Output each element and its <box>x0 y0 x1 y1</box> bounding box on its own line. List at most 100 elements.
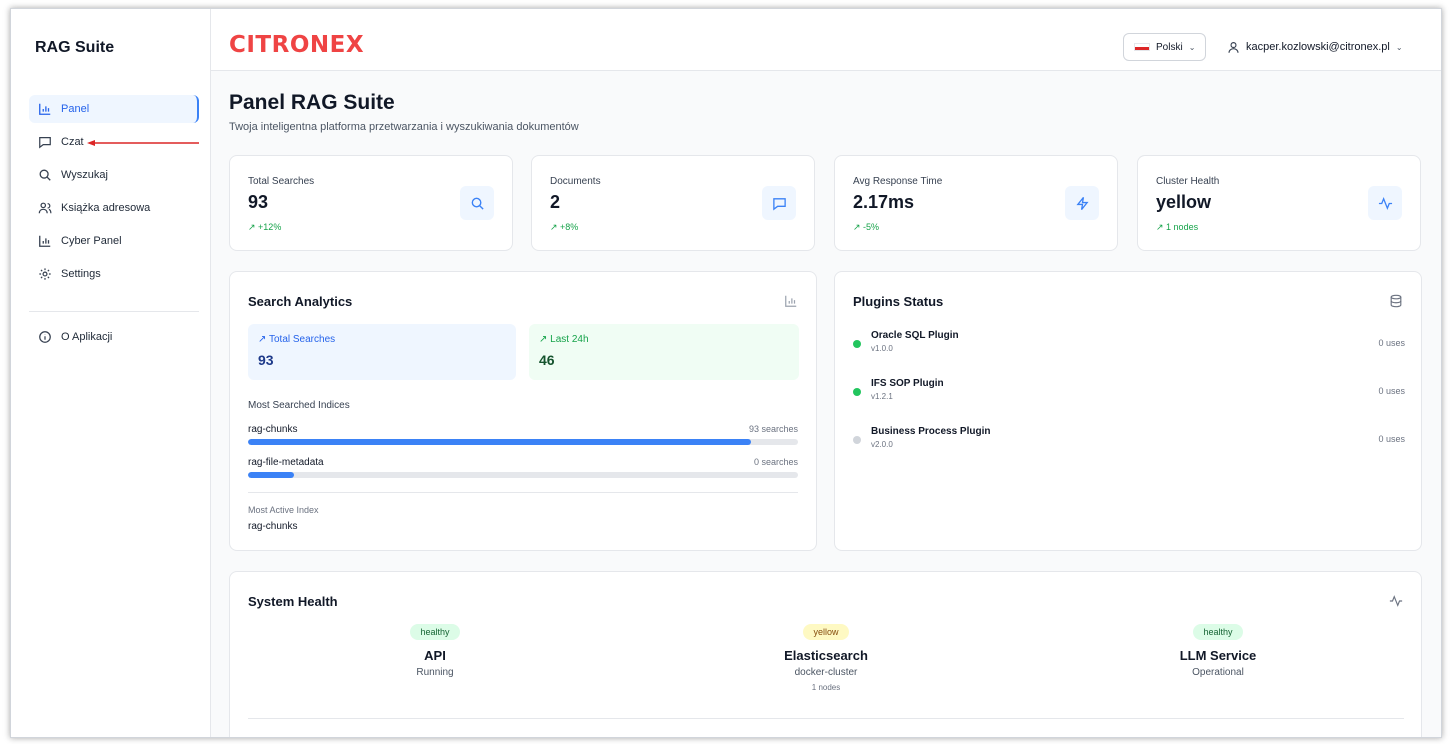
card-title: Plugins Status <box>853 294 944 309</box>
chevron-down-icon: ⌄ <box>1395 42 1403 52</box>
page-subtitle: Twoja inteligentna platforma przetwarzan… <box>229 121 579 133</box>
stat-card-total-searches: Total Searches 93 ↗ +12% <box>229 155 513 251</box>
stat-trend-value: 1 nodes <box>1166 222 1199 232</box>
last-24h-value: 46 <box>539 352 555 368</box>
sidebar-item-label: Czat <box>61 136 84 148</box>
language-selector[interactable]: Polski ⌄ <box>1123 33 1207 61</box>
stat-value: 2 <box>550 192 561 212</box>
plugin-row: Oracle SQL Plugin v1.0.0 0 uses <box>853 330 1405 362</box>
plugin-name: IFS SOP Plugin <box>871 378 944 389</box>
card-title: Search Analytics <box>248 294 353 309</box>
search-analytics-card: Search Analytics ↗ Total Searches 93 ↗ L… <box>229 271 817 551</box>
stat-trend-value: +12% <box>258 222 282 232</box>
sidebar-item-label: Książka adresowa <box>61 202 151 214</box>
section-divider <box>248 492 798 493</box>
info-icon <box>38 330 52 344</box>
user-icon <box>1228 41 1239 53</box>
stat-value: 93 <box>248 192 269 212</box>
language-label: Polski <box>1156 41 1183 53</box>
total-searches-label: ↗ Total Searches <box>258 334 335 345</box>
health-item-detail: Running <box>416 667 454 678</box>
index-count: 0 searches <box>753 457 798 467</box>
plugin-status-dot <box>853 436 861 444</box>
status-badge: healthy <box>1193 624 1243 640</box>
stat-card-avg-response-time: Avg Response Time 2.17ms ↗ -5% <box>834 155 1118 251</box>
index-bar-fill <box>248 472 294 478</box>
stat-card-cluster-health: Cluster Health yellow ↗ 1 nodes <box>1137 155 1421 251</box>
total-searches-box: ↗ Total Searches 93 <box>248 324 516 380</box>
most-searched-indices-title: Most Searched Indices <box>248 400 350 411</box>
stat-trend: ↗ 1 nodes <box>1156 222 1198 233</box>
user-email: kacper.kozlowski@citronex.pl <box>1246 41 1390 53</box>
system-health-card: System Health healthy API Running yellow… <box>229 571 1422 737</box>
sidebar-item-cyber-panel[interactable]: Cyber Panel <box>29 227 199 255</box>
card-title: System Health <box>248 594 338 609</box>
stat-trend-value: +8% <box>560 222 579 232</box>
status-badge: healthy <box>410 624 460 640</box>
sidebar: RAG Suite Panel Czat Wyszukaj Książka ad… <box>11 9 211 737</box>
health-item-elasticsearch: yellow Elasticsearch docker-cluster 1 no… <box>646 622 1006 692</box>
trend-up-icon: ↗ <box>539 334 551 345</box>
section-divider <box>248 718 1404 719</box>
gear-icon <box>38 267 52 281</box>
sidebar-about-section: O Aplikacji <box>29 323 199 356</box>
bar-chart-icon <box>784 294 798 308</box>
user-menu[interactable]: kacper.kozlowski@citronex.pl ⌄ <box>1227 33 1403 61</box>
sidebar-item-label: O Aplikacji <box>61 331 113 343</box>
health-item-nodes: 1 nodes <box>811 683 841 692</box>
plugin-status-dot <box>853 388 861 396</box>
last-24h-box: ↗ Last 24h 46 <box>529 324 799 380</box>
index-count: 93 searches <box>748 424 798 434</box>
plugin-uses: 0 uses <box>1378 386 1405 396</box>
most-active-index-value: rag-chunks <box>248 521 298 532</box>
trend-up-icon: ↗ <box>550 222 561 232</box>
plugin-uses: 0 uses <box>1378 434 1405 444</box>
index-bar-track <box>248 472 798 478</box>
index-name: rag-file-metadata <box>248 457 324 468</box>
red-arrow-annotation <box>87 140 199 146</box>
poland-flag-icon <box>1134 43 1150 51</box>
index-bar-fill <box>248 439 752 445</box>
stat-card-documents: Documents 2 ↗ +8% <box>531 155 815 251</box>
sidebar-divider <box>29 311 199 312</box>
plugin-version: v1.2.1 <box>871 392 893 401</box>
sidebar-item-o-aplikacji[interactable]: O Aplikacji <box>29 323 199 351</box>
sidebar-item-label: Settings <box>61 268 101 280</box>
bar-chart-icon <box>38 102 52 116</box>
top-header: CITRONEX Polski ⌄ kacper.kozlowski@citro… <box>211 9 1441 71</box>
total-searches-label-text: Total Searches <box>268 334 336 345</box>
last-24h-label: ↗ Last 24h <box>539 334 589 345</box>
stat-trend: ↗ -5% <box>853 222 879 233</box>
health-item-detail: Operational <box>1192 667 1244 678</box>
stat-label: Avg Response Time <box>853 176 943 187</box>
health-item-name: Elasticsearch <box>784 648 868 663</box>
stat-label: Documents <box>550 176 601 187</box>
sidebar-item-wyszukaj[interactable]: Wyszukaj <box>29 161 199 189</box>
plugin-row: Business Process Plugin v2.0.0 0 uses <box>853 426 1405 458</box>
sidebar-item-ksiazka-adresowa[interactable]: Książka adresowa <box>29 194 199 222</box>
stat-trend-value: -5% <box>863 222 880 232</box>
stat-label: Total Searches <box>248 176 315 187</box>
trend-up-icon: ↗ <box>248 222 259 232</box>
plugin-uses: 0 uses <box>1378 338 1405 348</box>
total-searches-value: 93 <box>258 352 274 368</box>
search-icon <box>38 168 52 182</box>
sidebar-brand: RAG Suite <box>35 39 115 56</box>
sidebar-item-label: Cyber Panel <box>61 235 122 247</box>
health-item-api: healthy API Running <box>255 622 615 678</box>
health-item-name: LLM Service <box>1179 648 1257 663</box>
sidebar-item-settings[interactable]: Settings <box>29 260 199 288</box>
database-icon <box>1389 294 1403 308</box>
activity-icon <box>1378 196 1392 210</box>
chat-icon <box>772 197 786 210</box>
plugin-row: IFS SOP Plugin v1.2.1 0 uses <box>853 378 1405 410</box>
plugin-name: Oracle SQL Plugin <box>871 330 959 341</box>
users-icon <box>38 201 52 215</box>
sidebar-item-panel[interactable]: Panel <box>29 95 199 123</box>
app-window: RAG Suite Panel Czat Wyszukaj Książka ad… <box>10 8 1442 738</box>
chat-icon <box>38 135 52 149</box>
plugin-version: v2.0.0 <box>871 440 893 449</box>
trend-up-icon: ↗ <box>258 334 269 345</box>
stat-icon-box <box>762 186 796 220</box>
health-item-detail: docker-cluster <box>794 667 858 678</box>
